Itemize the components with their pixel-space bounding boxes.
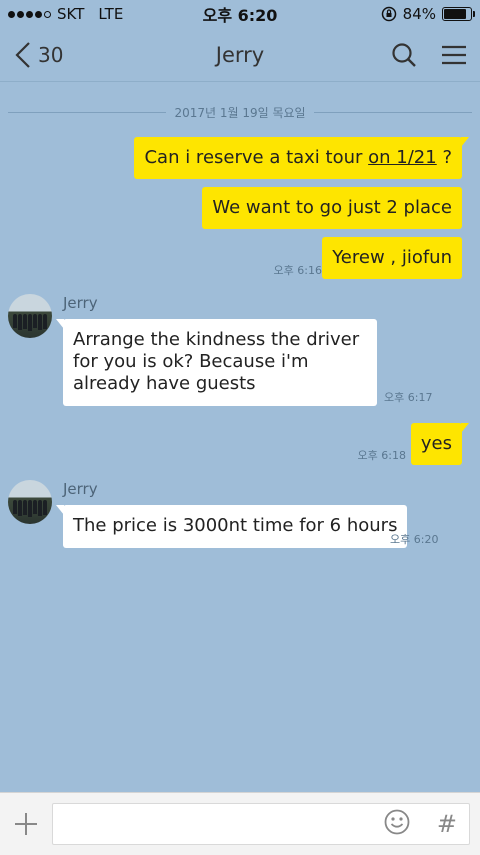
chat-header: 30 Jerry	[0, 28, 480, 82]
divider-line-right	[313, 111, 473, 113]
message-text: Yerew , jiofun	[332, 247, 452, 268]
battery-icon	[442, 7, 475, 21]
message-text: yes	[420, 433, 452, 454]
message-text: The price is 3000nt time for 6 hours	[73, 515, 398, 536]
message-time: 오후 6:17	[384, 391, 433, 404]
date-divider: 2017년 1월 19일 목요일	[8, 101, 473, 123]
status-bar: SKT LTE 오후 6:20 84%	[0, 0, 480, 28]
chevron-left-icon	[15, 41, 30, 68]
rotation-lock-icon	[381, 6, 396, 22]
battery-fill	[444, 9, 466, 19]
status-right: 84%	[381, 5, 475, 23]
message-text: Arrange the kindness the driver for you …	[73, 329, 360, 394]
message-bubble-sent[interactable]: Yerew , jiofun	[322, 237, 462, 279]
date-link[interactable]: on 1/21	[368, 147, 437, 168]
avatar[interactable]	[8, 294, 52, 338]
message-bubble-sent[interactable]: yes	[410, 423, 470, 465]
status-left: SKT LTE	[8, 5, 123, 23]
message-time: 오후 6:20	[390, 533, 439, 546]
header-actions	[390, 41, 468, 69]
avatar-photo	[8, 500, 52, 518]
avatar-photo	[8, 314, 52, 332]
message-time: 오후 6:16	[273, 264, 322, 277]
sender-name: Jerry	[63, 294, 98, 312]
carrier-name: SKT	[57, 5, 85, 23]
emoji-button[interactable]	[383, 808, 411, 840]
message-text: We want to go just 2 place	[212, 197, 452, 218]
message-input-bar: #	[0, 792, 480, 855]
sender-name: Jerry	[63, 480, 98, 498]
hashtag-button[interactable]: #	[437, 810, 457, 838]
message-bubble-sent[interactable]: We want to go just 2 place	[202, 187, 462, 229]
menu-icon[interactable]	[440, 41, 468, 69]
message-time: 오후 6:18	[357, 449, 406, 462]
search-icon[interactable]	[390, 41, 418, 69]
back-button[interactable]: 30	[12, 40, 63, 70]
date-label: 2017년 1월 19일 목요일	[174, 105, 306, 120]
message-input[interactable]	[65, 814, 357, 834]
network-type: LTE	[98, 5, 124, 23]
avatar[interactable]	[8, 480, 52, 524]
signal-strength-icon	[8, 10, 51, 18]
unread-count: 30	[38, 42, 64, 67]
plus-icon	[15, 813, 37, 835]
attach-button[interactable]	[10, 808, 42, 840]
divider-line-left	[8, 111, 167, 113]
message-bubble-sent[interactable]: Can i reserve a taxi tour on 1/21 ?	[134, 137, 469, 179]
message-bubble-received[interactable]: Arrange the kindness the driver for you …	[56, 319, 377, 406]
smiley-icon	[384, 809, 410, 835]
battery-percent: 84%	[402, 5, 436, 23]
message-text-end: ?	[436, 147, 452, 168]
message-bubble-received[interactable]: The price is 3000nt time for 6 hours	[55, 505, 408, 548]
message-text: Can i reserve a taxi tour	[144, 147, 369, 168]
message-input-box: #	[52, 803, 470, 845]
